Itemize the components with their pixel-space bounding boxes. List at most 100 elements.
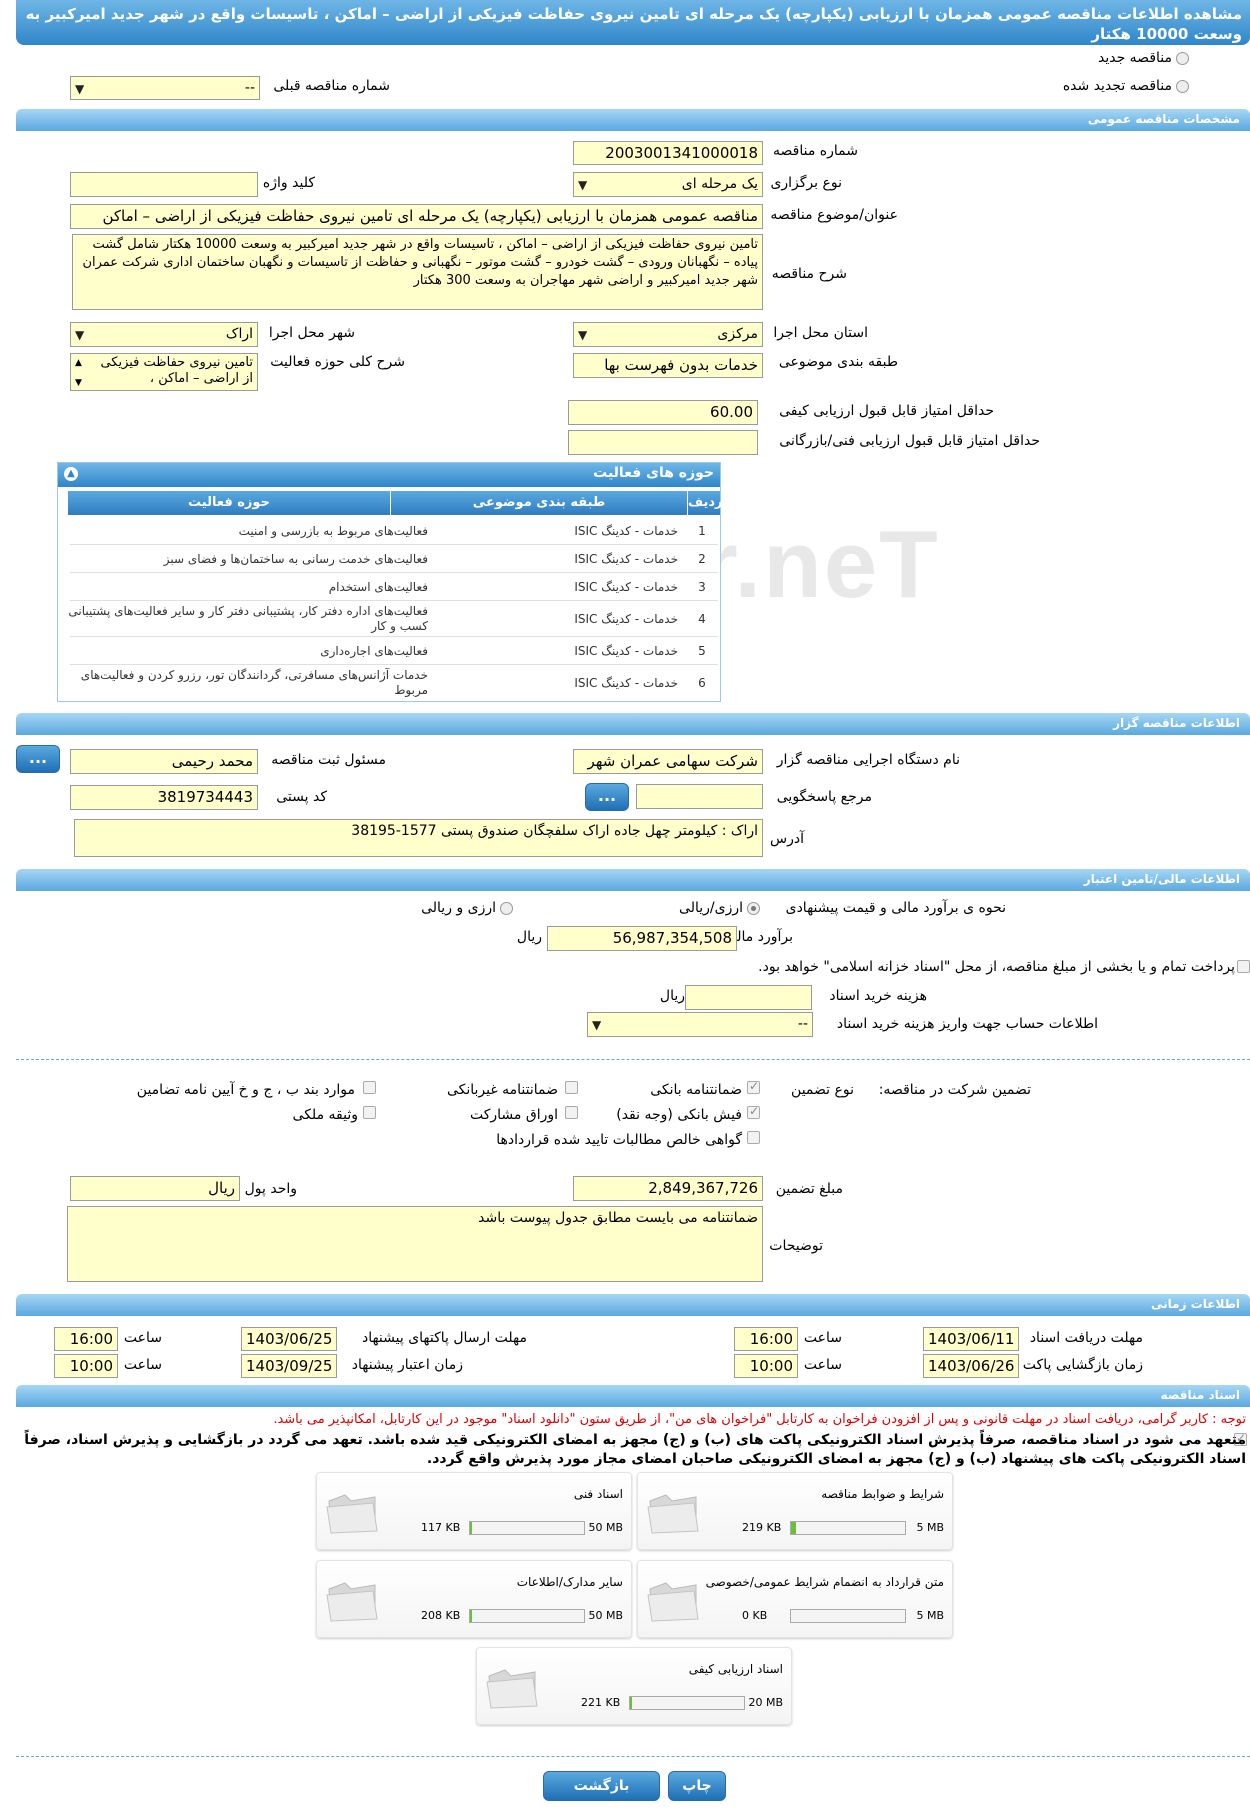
min-quality-field: 60.00 [568, 400, 758, 425]
clauses-label: موارد بند ب ، ج و خ آیین نامه تضامین [136, 1082, 355, 1098]
property-checkbox[interactable] [363, 1106, 376, 1119]
prev-number-select[interactable]: -- ▼ [70, 76, 260, 100]
submit-deadline-label: مهلت ارسال پاکتهای پیشنهاد [361, 1330, 527, 1346]
subject-label: عنوان/موضوع مناقصه [770, 207, 898, 223]
notes-label: توضیحات [769, 1238, 823, 1254]
category-field: خدمات بدون فهرست بها [573, 353, 763, 378]
responsible-label: مسئول ثبت مناقصه [271, 752, 386, 768]
description-field: تامین نیروی حفاظت فیزیکی از اراضی – اماک… [72, 234, 763, 310]
min-tech-field [568, 430, 758, 455]
opening-time-label: ساعت [803, 1357, 842, 1373]
currency-label: واحد پول [244, 1181, 297, 1197]
province-select[interactable]: مرکزی ▼ [573, 322, 763, 347]
estimate-field: 56,987,354,508 [547, 926, 737, 951]
chevron-down-icon: ▼ [578, 328, 588, 342]
progress-bar [790, 1609, 906, 1623]
col-activity: حوزه فعالیت [68, 491, 390, 515]
file-tile[interactable]: متن قرارداد به انضمام شرایط عمومی/خصوصی … [637, 1560, 953, 1638]
doc-fee-unit-label: ریال [659, 988, 685, 1004]
cash-checkbox[interactable] [747, 1104, 760, 1119]
ref-label: مرجع پاسخگویی [776, 789, 872, 805]
receivable-checkbox[interactable] [747, 1131, 760, 1144]
table-row: 3 خدمات - کدینگ ISIC فعالیت‌های استخدام [70, 575, 718, 601]
keyword-label: کلید واژه [262, 175, 315, 191]
treasury-checkbox[interactable] [1237, 960, 1250, 973]
guarantee-label: تضمین شرکت در مناقصه: [878, 1082, 1031, 1098]
rial-radio[interactable] [747, 902, 760, 915]
doc-deadline-date: 1403/06/11 [923, 1327, 1019, 1351]
receivable-label: گواهی خالص مطالبات تایید شده قراردادها [496, 1132, 742, 1148]
bank-guarantee-checkbox[interactable] [747, 1079, 760, 1094]
fx-rial-radio[interactable] [500, 902, 513, 915]
collapse-icon[interactable]: ▲ [64, 467, 78, 481]
doc-deadline-label: مهلت دریافت اسناد [1029, 1330, 1143, 1346]
progress-bar [629, 1696, 745, 1710]
divider [16, 1756, 1250, 1757]
folder-icon [326, 1494, 378, 1534]
bonds-checkbox[interactable] [565, 1106, 578, 1119]
nonbank-guarantee-label: ضمانتنامه غیربانکی [446, 1082, 558, 1098]
opening-time: 10:00 [734, 1354, 798, 1378]
notes-field: ضمانتنامه می بایست مطابق جدول پیوست باشد [67, 1206, 763, 1282]
chevron-down-icon: ▼ [75, 328, 85, 342]
guarantee-amount-label: مبلغ تضمین [775, 1181, 843, 1197]
scroll-up-icon[interactable]: ▲ [75, 355, 82, 371]
treasury-text: پرداخت تمام و یا بخشی از مبلغ مناقصه، از… [758, 959, 1235, 975]
opening-label: زمان بازگشایی پاکت ها [1006, 1357, 1143, 1373]
submit-deadline-date: 1403/06/25 [241, 1327, 337, 1351]
table-row: 1 خدمات - کدینگ ISIC فعالیت‌های مربوط به… [70, 519, 718, 545]
timing-section-header: اطلاعات زمانی [16, 1294, 1250, 1316]
table-row: 2 خدمات - کدینگ ISIC فعالیت‌های خدمت رسا… [70, 547, 718, 573]
subject-field: مناقصه عمومی همزمان با ارزیابی (یکپارچه)… [70, 204, 763, 229]
address-field: اراک : کیلومتر چهل جاده اراک سلفچگان صند… [74, 819, 763, 857]
type-select[interactable]: یک مرحله ای ▼ [573, 172, 763, 197]
submit-deadline-time: 16:00 [54, 1327, 118, 1351]
progress-bar [790, 1521, 906, 1535]
print-button[interactable]: چاپ [668, 1771, 726, 1801]
account-select[interactable]: -- ▼ [587, 1012, 813, 1037]
file-tile[interactable]: اسناد ارزیابی کیفی 221 KB 20 MB [476, 1647, 792, 1725]
activity-desc-field[interactable]: تامین نیروی حفاظت فیزیکی از اراضی – اماک… [70, 353, 258, 391]
commitment-text: متعهد می شود در اسناد مناقصه، صرفاً پذیر… [24, 1432, 1246, 1467]
back-button[interactable]: بازگشت [543, 1771, 660, 1801]
opening-date: 1403/06/26 [923, 1354, 1019, 1378]
folder-icon [647, 1494, 699, 1534]
nonbank-guarantee-checkbox[interactable] [565, 1081, 578, 1094]
progress-bar [469, 1609, 585, 1623]
activity-desc-label: شرح کلی حوزه فعالیت [270, 354, 405, 370]
submit-deadline-time-label: ساعت [123, 1330, 162, 1346]
file-tile[interactable]: اسناد فنی 117 KB 50 MB [316, 1472, 632, 1550]
page-title: مشاهده اطلاعات مناقصه عمومی همزمان با ار… [16, 0, 1250, 45]
org-label: نام دستگاه اجرایی مناقصه گزار [776, 752, 960, 768]
city-select[interactable]: اراک ▼ [70, 322, 258, 347]
validity-date: 1403/09/25 [241, 1354, 337, 1378]
prev-number-label: شماره مناقصه قبلی [273, 78, 390, 94]
chevron-down-icon: ▼ [75, 82, 85, 96]
bank-guarantee-label: ضمانتنامه بانکی [650, 1082, 742, 1098]
clauses-checkbox[interactable] [363, 1081, 376, 1094]
scroll-down-icon[interactable]: ▼ [75, 375, 82, 390]
new-tender-radio[interactable] [1176, 52, 1189, 65]
postal-label: کد پستی [276, 789, 327, 805]
chevron-down-icon: ▼ [592, 1018, 602, 1032]
validity-label: زمان اعتبار پیشنهاد [351, 1357, 463, 1373]
activities-header: حوزه های فعالیت ▲ [58, 463, 720, 487]
file-tile[interactable]: سایر مدارک/اطلاعات 208 KB 50 MB [316, 1560, 632, 1638]
cash-label: فیش بانکی (وجه نقد) [616, 1107, 742, 1123]
province-label: استان محل اجرا [773, 325, 868, 341]
ref-field [636, 784, 763, 809]
responsible-field: محمد رحیمی [70, 749, 258, 774]
renewed-tender-radio[interactable] [1176, 80, 1189, 93]
keyword-field[interactable] [70, 172, 258, 197]
chevron-down-icon: ▼ [578, 178, 588, 192]
org-field: شرکت سهامی عمران شهر [573, 749, 763, 774]
bonds-label: اوراق مشارکت [469, 1107, 558, 1123]
postal-field: 3819734443 [70, 785, 258, 810]
min-tech-label: حداقل امتیاز قابل قبول ارزیابی فنی/بازرگ… [779, 433, 1040, 449]
fx-option-label: ارزی و ریالی [421, 900, 496, 916]
estimate-unit-label: ریال [516, 929, 542, 945]
file-tile[interactable]: شرایط و ضوابط مناقصه 219 KB 5 MB [637, 1472, 953, 1550]
ref-lookup-button[interactable]: ... [585, 783, 629, 811]
responsible-lookup-button[interactable]: ... [16, 745, 60, 773]
currency-field: ریال [70, 1176, 240, 1201]
